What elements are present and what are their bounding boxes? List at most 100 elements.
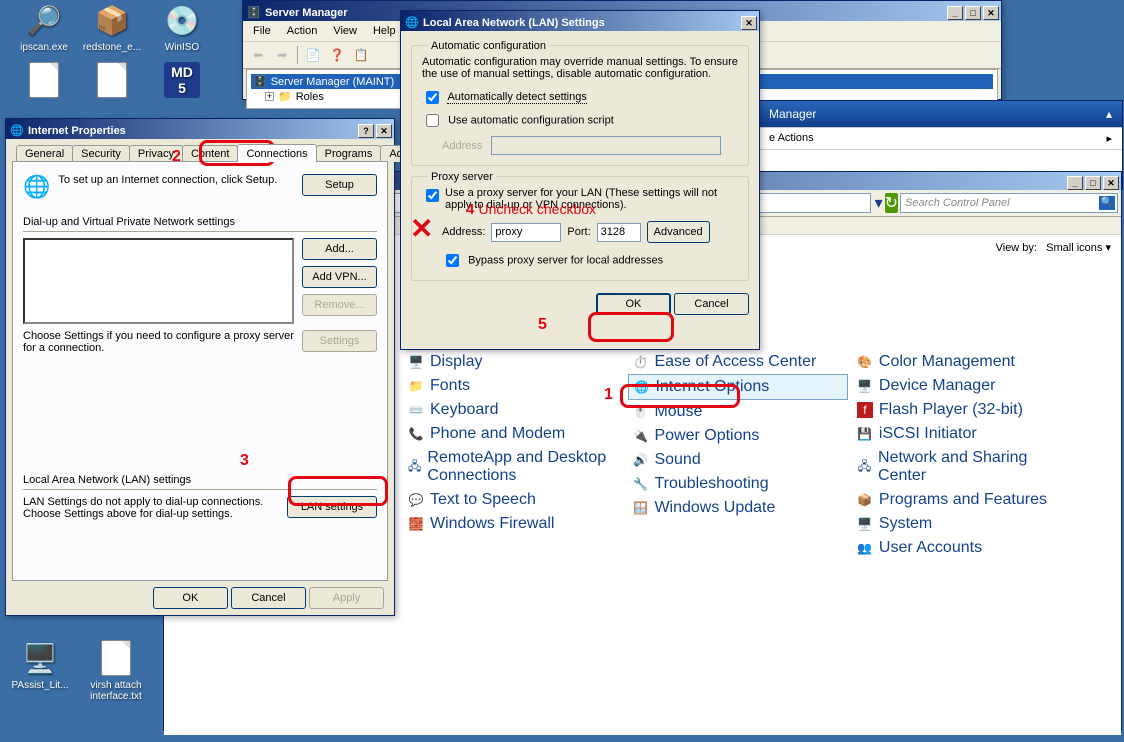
device-icon: 🖥️	[857, 378, 873, 394]
dialup-listbox[interactable]	[23, 238, 294, 324]
menu-help[interactable]: Help	[365, 23, 404, 39]
auto-script-checkbox[interactable]	[426, 114, 439, 127]
desktop-icon[interactable]: 📦 redstone_e...	[80, 2, 144, 53]
cp-item[interactable]: 🖥️Display	[404, 350, 624, 374]
lan-settings-button[interactable]: LAN settings	[287, 496, 377, 518]
desktop-icon[interactable]	[80, 62, 144, 102]
use-proxy-checkbox[interactable]	[426, 189, 439, 202]
close-button[interactable]: ✕	[376, 124, 392, 138]
cp-item[interactable]: fFlash Player (32-bit)	[853, 398, 1073, 422]
desktop-icon[interactable]: 🖥️ PAssist_Lit...	[8, 640, 72, 691]
proxy-port-input[interactable]	[597, 223, 641, 242]
tab-connections[interactable]: Connections	[237, 144, 316, 162]
cp-item[interactable]: 🖧Network and Sharing Center	[853, 446, 1073, 488]
internet-icon: 🌐	[405, 16, 419, 30]
desktop-icon[interactable]: 🔎 ipscan.exe	[12, 2, 76, 53]
refresh-icon[interactable]: ↻	[885, 193, 898, 213]
tab-programs[interactable]: Programs	[316, 145, 382, 162]
view-by[interactable]: View by: Small icons ▾	[986, 235, 1121, 260]
window-title: Server Manager	[265, 7, 348, 19]
setup-button[interactable]: Setup	[302, 174, 377, 196]
iscsi-icon: 💾	[857, 426, 873, 442]
auto-detect-checkbox[interactable]	[426, 91, 439, 104]
chevron-up-icon[interactable]: ▴	[1106, 107, 1112, 121]
titlebar[interactable]: 🌐 Local Area Network (LAN) Settings ✕	[401, 11, 759, 31]
tool-icon[interactable]: 📄	[302, 44, 324, 66]
desktop-icon[interactable]: 💿 WinISO	[150, 2, 214, 53]
add-button[interactable]: Add...	[302, 238, 377, 260]
cp-item[interactable]: 📁Fonts	[404, 374, 624, 398]
cp-item[interactable]: 📞Phone and Modem	[404, 422, 624, 446]
cancel-button[interactable]: Cancel	[674, 293, 749, 315]
desktop-icon[interactable]: virsh attach interface.txt	[80, 640, 152, 702]
cp-item[interactable]: 💾iSCSI Initiator	[853, 422, 1073, 446]
cp-item[interactable]: 🔊Sound	[628, 448, 848, 472]
cp-item[interactable]: 🖥️Device Manager	[853, 374, 1073, 398]
more-actions[interactable]: e Actions ▸	[759, 127, 1122, 150]
ease-icon: ⏱️	[632, 354, 648, 370]
cp-item[interactable]: 🖱️Mouse	[628, 400, 848, 424]
close-button[interactable]: ✕	[983, 6, 999, 20]
dialog-body: General Security Privacy Content Connect…	[6, 139, 394, 615]
computer-icon: 🖥️	[22, 640, 58, 676]
tab-content[interactable]: Content	[182, 145, 239, 162]
tab-privacy[interactable]: Privacy	[129, 145, 183, 162]
cp-item[interactable]: 📦Programs and Features	[853, 488, 1073, 512]
menu-view[interactable]: View	[325, 23, 365, 39]
dialup-section: Dial-up and Virtual Private Network sett…	[23, 216, 377, 354]
icon-label: redstone_e...	[80, 42, 144, 53]
cp-item[interactable]: 🧱Windows Firewall	[404, 512, 624, 536]
proxy-fieldset: Proxy server Use a proxy server for your…	[411, 176, 749, 281]
address-label: Address:	[442, 226, 485, 238]
tab-panel: 🌐 To set up an Internet connection, clic…	[12, 161, 388, 581]
minimize-button[interactable]: _	[1067, 176, 1083, 190]
cp-item-internet-options[interactable]: 🌐Internet Options	[628, 374, 848, 400]
add-vpn-button[interactable]: Add VPN...	[302, 266, 377, 288]
help-button[interactable]: ?	[358, 124, 374, 138]
globe-icon: 🌐	[23, 174, 50, 200]
maximize-button[interactable]: □	[1085, 176, 1101, 190]
bypass-checkbox[interactable]	[446, 254, 459, 267]
ok-button[interactable]: OK	[596, 293, 671, 315]
desktop-icon[interactable]: MD5	[150, 62, 214, 102]
tool-icon[interactable]: 📋	[350, 44, 372, 66]
magnifier-icon: 🔎	[26, 2, 62, 38]
cp-item[interactable]: 🖧RemoteApp and Desktop Connections	[404, 446, 624, 488]
cp-item[interactable]: ⏱️Ease of Access Center	[628, 350, 848, 374]
advanced-button[interactable]: Advanced	[647, 221, 710, 243]
close-button[interactable]: ✕	[1103, 176, 1119, 190]
expand-icon[interactable]: +	[265, 92, 274, 101]
titlebar[interactable]: 🌐 Internet Properties ? ✕	[6, 119, 394, 139]
search-icon[interactable]: 🔍	[1099, 196, 1115, 210]
users-icon: 👥	[857, 540, 873, 556]
cp-item[interactable]: 🪟Windows Update	[628, 496, 848, 520]
desktop-icon[interactable]	[12, 62, 76, 102]
viewby-value: Small icons	[1046, 242, 1102, 254]
cp-item[interactable]: 🖥️System	[853, 512, 1073, 536]
forward-button[interactable]: ➡	[271, 44, 293, 66]
menu-file[interactable]: File	[245, 23, 279, 39]
minimize-button[interactable]: _	[947, 6, 963, 20]
cp-item[interactable]: 💬Text to Speech	[404, 488, 624, 512]
dialog-title: Local Area Network (LAN) Settings	[423, 17, 605, 29]
tab-security[interactable]: Security	[72, 145, 130, 162]
lan-settings-dialog: 🌐 Local Area Network (LAN) Settings ✕ Au…	[400, 10, 760, 350]
back-button[interactable]: ⬅	[247, 44, 269, 66]
cancel-button[interactable]: Cancel	[231, 587, 306, 609]
tool-icon[interactable]: ❓	[326, 44, 348, 66]
search-input[interactable]: Search Control Panel 🔍	[900, 193, 1118, 213]
close-button[interactable]: ✕	[741, 16, 757, 30]
cp-item[interactable]: 🔧Troubleshooting	[628, 472, 848, 496]
cp-item[interactable]: 🔌Power Options	[628, 424, 848, 448]
maximize-button[interactable]: □	[965, 6, 981, 20]
chevron-down-icon[interactable]: ▾	[875, 193, 883, 213]
cp-item[interactable]: 👥User Accounts	[853, 536, 1073, 560]
server-icon: 🗄️	[247, 6, 261, 20]
cp-item[interactable]: ⌨️Keyboard	[404, 398, 624, 422]
ok-button[interactable]: OK	[153, 587, 228, 609]
setup-text: To set up an Internet connection, click …	[58, 174, 294, 186]
cp-item[interactable]: 🎨Color Management	[853, 350, 1073, 374]
proxy-address-input[interactable]	[491, 223, 561, 242]
menu-action[interactable]: Action	[279, 23, 326, 39]
tab-general[interactable]: General	[16, 145, 73, 162]
